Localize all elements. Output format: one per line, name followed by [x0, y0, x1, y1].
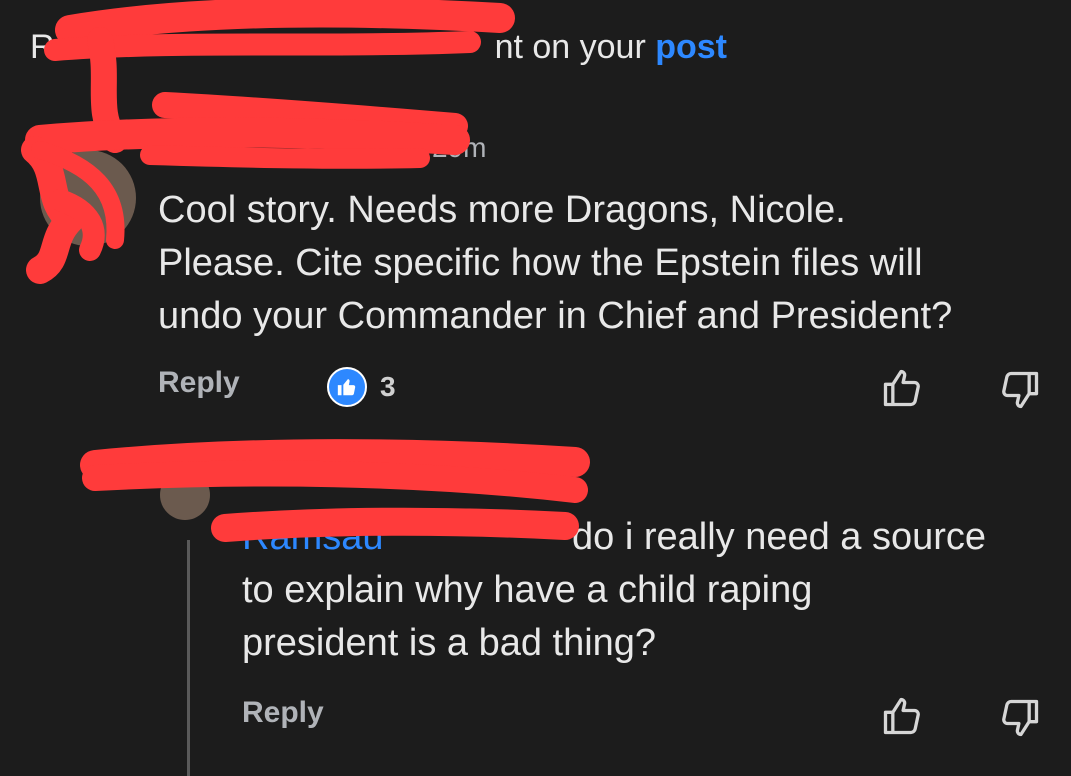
post-link[interactable]: post [655, 28, 727, 66]
reply-button[interactable]: Reply [242, 696, 324, 730]
comment-author[interactable]: Ev [160, 132, 193, 164]
reply-notification-header: Rnt on your post [30, 28, 727, 67]
header-prefix: R [30, 28, 55, 66]
comment-line: Cool story. Needs more Dragons, Nicole. [158, 189, 846, 231]
reply-body: Ramsau do i really need a source to expla… [242, 511, 986, 670]
author-name[interactable]: Smith [380, 452, 452, 483]
comment-body: Cool story. Needs more Dragons, Nicole. … [158, 184, 952, 343]
avatar[interactable] [160, 470, 210, 520]
thread-connector-line [187, 540, 190, 776]
mention-link[interactable]: Ramsau [242, 511, 572, 564]
thumbs-up-outline-icon[interactable] [880, 366, 924, 410]
comment-author[interactable]: Smith [380, 452, 452, 484]
reply-first-line: Ramsau do i really need a source [242, 511, 986, 564]
header-suffix: nt on your [494, 28, 646, 66]
reply-line: do i really need a source [572, 516, 987, 558]
reply-button[interactable]: Reply [158, 366, 240, 400]
thumbs-down-outline-icon[interactable] [998, 368, 1042, 412]
thumbs-down-outline-icon[interactable] [998, 696, 1042, 740]
avatar[interactable] [40, 150, 136, 246]
thumbs-up-outline-icon[interactable] [880, 694, 924, 738]
comment-timestamp: 29m [432, 132, 487, 163]
comment-line: undo your Commander in Chief and Preside… [158, 295, 953, 337]
reply-line: to explain why have a child raping [242, 569, 813, 611]
reply-line: president is a bad thing? [242, 622, 657, 664]
thumbs-up-icon [327, 367, 367, 407]
like-count: 3 [380, 371, 396, 402]
author-name[interactable]: Ev [160, 132, 193, 163]
comment-thread-screen: Rnt on your post Ev 29m Cool story. Need… [0, 0, 1071, 776]
comment-line: Please. Cite specific how the Epstein fi… [158, 242, 923, 284]
